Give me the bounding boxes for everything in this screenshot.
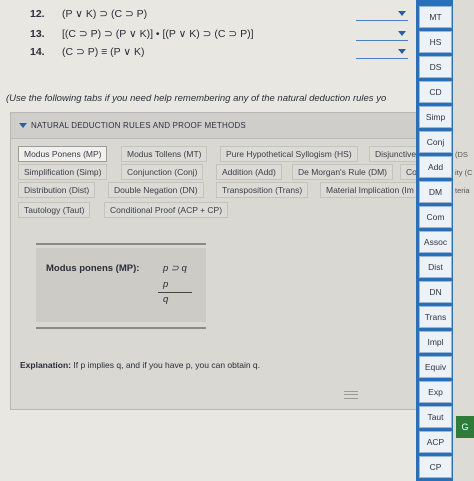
tab-tautology[interactable]: Tautology (Taut)	[18, 202, 91, 218]
line-number: 12.	[30, 8, 45, 20]
line-formula: (P ∨ K) ⊃ (C ⊃ P)	[62, 8, 148, 20]
rule-button-mt[interactable]: MT	[419, 6, 452, 28]
tab-modus-ponens[interactable]: Modus Ponens (MP)	[18, 146, 108, 162]
rule-button-dist[interactable]: Dist	[419, 256, 452, 278]
collapse-triangle-icon[interactable]	[19, 123, 27, 128]
rule-button-assoc[interactable]: Assoc	[419, 231, 452, 253]
explanation-label: Explanation:	[20, 360, 72, 370]
rule-button-simp[interactable]: Simp	[419, 106, 452, 128]
tab-de-morgans-rule[interactable]: De Morgan's Rule (DM)	[292, 164, 394, 180]
line-number: 13.	[30, 28, 45, 40]
tab-tail-material: teria	[455, 186, 470, 195]
proof-line-14: 14. (C ⊃ P) ≡ (P ∨ K)	[0, 44, 420, 62]
line-formula: (C ⊃ P) ≡ (P ∨ K)	[62, 46, 145, 58]
rule-button-trans[interactable]: Trans	[419, 306, 452, 328]
tab-tail-ds: (DS	[455, 150, 468, 159]
tab-disjunctive[interactable]: Disjunctive	[369, 146, 417, 162]
chevron-down-icon	[398, 49, 406, 54]
rule-button-equiv[interactable]: Equiv	[419, 356, 452, 378]
rule-premise-1: p ⊃ q	[163, 263, 187, 274]
proof-line-13: 13. [(C ⊃ P) ⊃ (P ∨ K)] • [(P ∨ K) ⊃ (C …	[0, 26, 420, 44]
tab-simplification[interactable]: Simplification (Simp)	[18, 164, 108, 180]
help-instructions: (Use the following tabs if you need help…	[6, 93, 387, 104]
tab-material-implication[interactable]: Material Implication (Im	[320, 182, 418, 198]
tab-conjunction[interactable]: Conjunction (Conj)	[121, 164, 204, 180]
rule-name: Modus ponens (MP):	[46, 263, 140, 274]
panel-title: NATURAL DEDUCTION RULES AND PROOF METHOD…	[31, 121, 246, 130]
rule-button-dn[interactable]: DN	[419, 281, 452, 303]
rule-explanation: Explanation: If p implies q, and if you …	[20, 360, 260, 370]
tab-transposition[interactable]: Transposition (Trans)	[216, 182, 309, 198]
justification-dropdown[interactable]	[356, 45, 408, 59]
rule-button-cp[interactable]: CP	[419, 456, 452, 478]
rule-button-cd[interactable]: CD	[419, 81, 452, 103]
chevron-down-icon	[398, 11, 406, 16]
tab-tail-comm: ity (C	[455, 168, 473, 177]
tab-addition[interactable]: Addition (Add)	[216, 164, 282, 180]
line-formula: [(C ⊃ P) ⊃ (P ∨ K)] • [(P ∨ K) ⊃ (C ⊃ P)…	[62, 28, 254, 40]
justification-dropdown[interactable]	[356, 7, 408, 21]
tab-distribution[interactable]: Distribution (Dist)	[18, 182, 96, 198]
proof-line-12: 12. (P ∨ K) ⊃ (C ⊃ P)	[0, 6, 420, 24]
justification-dropdown[interactable]	[356, 27, 408, 41]
rule-button-taut[interactable]: Taut	[419, 406, 452, 428]
rule-button-hs[interactable]: HS	[419, 31, 452, 53]
rule-conclusion: q	[163, 294, 169, 305]
rule-button-com[interactable]: Com	[419, 206, 452, 228]
tab-double-negation[interactable]: Double Negation (DN)	[108, 182, 204, 198]
tab-conditional-proof[interactable]: Conditional Proof (ACP + CP)	[104, 202, 229, 218]
rule-button-impl[interactable]: Impl	[419, 331, 452, 353]
background-edge	[452, 0, 474, 481]
rule-button-ds[interactable]: DS	[419, 56, 452, 78]
rule-button-acp[interactable]: ACP	[419, 431, 452, 453]
rule-button-add[interactable]: Add	[419, 156, 452, 178]
explanation-text: If p implies q, and if you have p, you c…	[71, 360, 261, 370]
rule-card	[36, 248, 206, 322]
line-number: 14.	[30, 46, 45, 58]
tab-pure-hypothetical-syllogism[interactable]: Pure Hypothetical Syllogism (HS)	[220, 146, 358, 162]
inference-bar	[158, 292, 192, 293]
chevron-down-icon	[398, 31, 406, 36]
tab-modus-tollens[interactable]: Modus Tollens (MT)	[121, 146, 208, 162]
rule-premise-2: p	[163, 279, 169, 290]
divider	[36, 327, 206, 329]
partial-green-button[interactable]: G	[456, 416, 474, 438]
divider	[36, 243, 206, 245]
resize-handle[interactable]	[344, 391, 358, 399]
rule-button-dm[interactable]: DM	[419, 181, 452, 203]
rule-button-conj[interactable]: Conj	[419, 131, 452, 153]
panel-header[interactable]: NATURAL DEDUCTION RULES AND PROOF METHOD…	[11, 113, 416, 139]
rule-button-exp[interactable]: Exp	[419, 381, 452, 403]
